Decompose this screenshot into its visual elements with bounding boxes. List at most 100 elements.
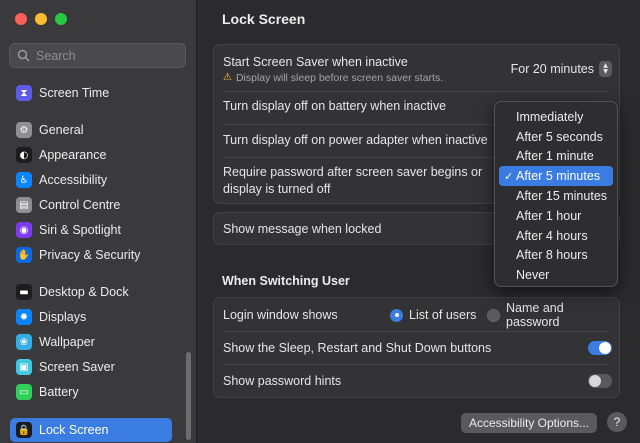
radio-name-and-password[interactable]: Name and password (487, 301, 619, 329)
password-hints-row: Show password hints (214, 367, 619, 394)
warning-icon: ⚠ (223, 72, 232, 83)
hand-icon: ✋ (16, 247, 32, 263)
menu-item-after-4-hours[interactable]: After 4 hours (499, 226, 613, 246)
password-hints-toggle[interactable] (588, 373, 612, 388)
close-window-button[interactable] (15, 13, 27, 25)
radio-name-and-password-label: Name and password (506, 301, 564, 329)
sidebar-item-label: General (39, 123, 84, 137)
siri-icon: ◉ (16, 222, 32, 238)
show-message-label: Show message when locked (223, 222, 382, 236)
sidebar-item-control-centre[interactable]: ▤ Control Centre (10, 193, 172, 217)
password-hints-label: Show password hints (223, 373, 342, 388)
sidebar-item-label: Appearance (39, 148, 107, 162)
search-icon (17, 49, 30, 62)
switching-user-heading: When Switching User (222, 274, 350, 288)
menu-item-after-8-hours[interactable]: After 8 hours (499, 246, 613, 266)
appearance-icon: ◐ (16, 147, 32, 163)
screen-saver-popup[interactable]: For 20 minutes ▲ ▼ (511, 61, 612, 77)
menu-item-never[interactable]: Never (499, 265, 613, 285)
sidebar-item-accessibility[interactable]: ♿ Accessibility (10, 168, 172, 192)
battery-icon: ▭ (16, 384, 32, 400)
minimize-window-button[interactable] (35, 13, 47, 25)
menu-item-label: After 1 hour (516, 208, 582, 223)
lock-icon: 🔒 (16, 422, 32, 438)
sidebar-scrollbar[interactable] (186, 352, 191, 440)
screen-saver-label: Start Screen Saver when inactive (223, 54, 408, 69)
accessibility-options-button[interactable]: Accessibility Options... (461, 413, 597, 433)
sidebar-item-siri-spotlight[interactable]: ◉ Siri & Spotlight (10, 218, 172, 242)
menu-item-label: Immediately (516, 109, 584, 124)
menu-item-label: After 5 minutes (516, 169, 601, 184)
login-window-label: Login window shows (223, 308, 338, 322)
sidebar-item-wallpaper[interactable]: ❀ Wallpaper (10, 330, 172, 354)
require-password-line2: display is turned off (223, 181, 331, 196)
sidebar-item-appearance[interactable]: ◐ Appearance (10, 143, 172, 167)
radio-list-of-users-label: List of users (409, 308, 477, 322)
sleep-buttons-label: Show the Sleep, Restart and Shut Down bu… (223, 340, 492, 355)
gear-icon: ⚙ (16, 122, 32, 138)
menu-item-label: After 4 hours (516, 228, 588, 243)
sidebar-item-label: Battery (39, 385, 79, 399)
sidebar-item-label: Desktop & Dock (39, 285, 129, 299)
menu-item-after-1-hour[interactable]: After 1 hour (499, 206, 613, 226)
sidebar-item-label: Screen Saver (39, 360, 115, 374)
radio-button-unselected[interactable] (487, 308, 500, 322)
screen-saver-value: For 20 minutes (510, 62, 594, 76)
sidebar-item-label: Displays (39, 310, 87, 324)
window-controls (15, 13, 67, 25)
sidebar-item-label: Control Centre (39, 198, 121, 212)
sidebar-item-lock-screen[interactable]: 🔒 Lock Screen (10, 418, 172, 442)
menu-item-after-15-minutes[interactable]: After 15 minutes (499, 186, 613, 206)
sidebar-item-label: Wallpaper (39, 335, 95, 349)
sidebar-item-label: Lock Screen (39, 423, 109, 437)
displays-icon: ✹ (16, 309, 32, 325)
control-centre-icon: ▤ (16, 197, 32, 213)
menu-item-label: Never (516, 268, 550, 283)
menu-item-immediately[interactable]: Immediately (499, 107, 613, 127)
search-input[interactable] (36, 48, 176, 63)
switching-user-card: Login window shows List of users Name an… (213, 297, 620, 398)
wallpaper-icon: ❀ (16, 334, 32, 350)
accessibility-icon: ♿ (16, 172, 32, 188)
menu-item-after-5-minutes[interactable]: ✓ After 5 minutes (499, 166, 613, 187)
menu-item-label: After 5 seconds (516, 129, 603, 144)
checkmark-icon: ✓ (504, 169, 514, 183)
sidebar-item-screen-time[interactable]: ⧗ Screen Time (10, 81, 172, 105)
sidebar-item-label: Accessibility (39, 173, 108, 187)
menu-item-after-1-minute[interactable]: After 1 minute (499, 147, 613, 167)
sidebar-item-label: Screen Time (39, 86, 110, 100)
help-button[interactable]: ? (607, 412, 627, 432)
dock-icon: ▬ (16, 284, 32, 300)
menu-item-label: After 15 minutes (516, 189, 608, 204)
screen-saver-row: Start Screen Saver when inactive ⚠ Displ… (214, 50, 619, 88)
sidebar-item-screen-saver[interactable]: ▣ Screen Saver (10, 355, 172, 379)
page-title: Lock Screen (222, 11, 306, 27)
sidebar-item-label: Siri & Spotlight (39, 223, 121, 237)
sidebar-item-battery[interactable]: ▭ Battery (10, 380, 172, 404)
sidebar-item-desktop-dock[interactable]: ▬ Desktop & Dock (10, 280, 172, 304)
sidebar-item-privacy-security[interactable]: ✋ Privacy & Security (10, 243, 172, 267)
sidebar-item-label: Privacy & Security (39, 248, 141, 262)
up-down-chevron-icon: ▲ ▼ (599, 61, 612, 77)
screen-saver-warning-text: Display will sleep before screen saver s… (235, 71, 444, 84)
zoom-window-button[interactable] (55, 13, 67, 25)
sleep-buttons-toggle[interactable] (588, 340, 612, 355)
login-window-row: Login window shows List of users Name an… (214, 301, 619, 329)
radio-list-of-users[interactable]: List of users (390, 308, 476, 322)
search-field[interactable] (9, 43, 186, 68)
sidebar-item-general[interactable]: ⚙ General (10, 118, 172, 142)
sidebar-item-displays[interactable]: ✹ Displays (10, 305, 172, 329)
menu-item-label: After 8 hours (516, 248, 588, 263)
screen-saver-icon: ▣ (16, 359, 32, 375)
menu-item-label: After 1 minute (516, 149, 594, 164)
menu-item-after-5-seconds[interactable]: After 5 seconds (499, 127, 613, 147)
sleep-buttons-row: Show the Sleep, Restart and Shut Down bu… (214, 334, 619, 361)
require-password-line1: Require password after screen saver begi… (223, 164, 483, 179)
require-password-label: Require password after screen saver begi… (223, 165, 482, 196)
screen-saver-warning: ⚠ Display will sleep before screen saver… (223, 72, 443, 84)
radio-button-selected[interactable] (390, 308, 403, 322)
display-off-battery-label: Turn display off on battery when inactiv… (223, 99, 447, 113)
sidebar: ⧗ Screen Time ⚙ General ◐ Appearance ♿ Accessib… (0, 0, 197, 443)
hourglass-icon: ⧗ (16, 85, 32, 101)
require-password-dropdown-menu: Immediately After 5 seconds After 1 minute… (494, 101, 618, 287)
